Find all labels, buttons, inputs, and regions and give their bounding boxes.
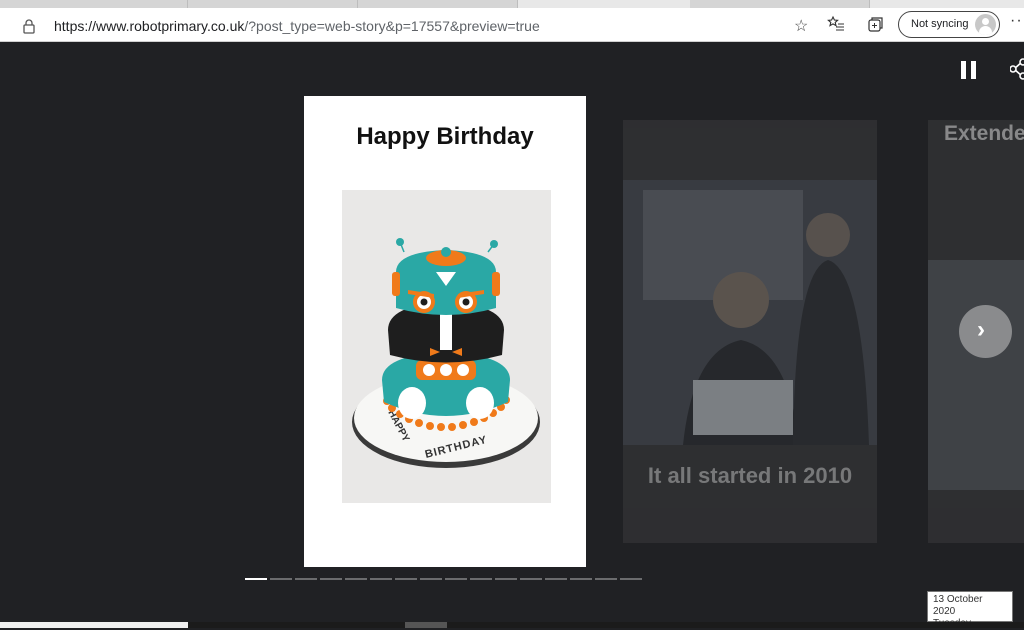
pause-button[interactable] <box>961 61 979 79</box>
progress-segment <box>495 578 517 580</box>
progress-segment <box>470 578 492 580</box>
progress-segment <box>370 578 392 580</box>
browser-tab[interactable] <box>358 0 518 8</box>
url-text[interactable]: https://www.robotprimary.co.uk/?post_typ… <box>54 18 540 34</box>
date-tooltip: 13 October 2020 Tuesday <box>927 591 1013 629</box>
taskbar-search[interactable] <box>0 622 188 628</box>
robot-cake-image: HAPPY BIRTHDAY <box>342 190 551 503</box>
tab-strip <box>0 0 1024 8</box>
favorites-list-icon[interactable] <box>826 15 846 35</box>
progress-segment <box>320 578 342 580</box>
progress-segment <box>595 578 617 580</box>
avatar <box>975 14 996 35</box>
progress-segment <box>420 578 442 580</box>
progress-segment <box>620 578 642 580</box>
browser-tab[interactable] <box>188 0 358 8</box>
web-story-viewer: Happy Birthday HAPPY BIRTHDAY It all sta… <box>0 42 1024 629</box>
sync-label: Not syncing <box>911 18 969 30</box>
story-title: Happy Birthday <box>356 123 534 150</box>
story-page-next[interactable]: It all started in 2010 <box>623 120 877 543</box>
progress-segment <box>345 578 367 580</box>
progress-segment <box>270 578 292 580</box>
chevron-right-icon: › <box>977 316 985 343</box>
taskbar-app[interactable] <box>405 622 447 628</box>
progress-segment <box>520 578 542 580</box>
next-story-title: It all started in 2010 <box>647 463 853 488</box>
story-page-current[interactable]: Happy Birthday HAPPY BIRTHDAY <box>304 96 586 567</box>
helpers-photo <box>928 260 1024 490</box>
progress-segment <box>245 578 267 580</box>
url-host: https://www.robotprimary.co.uk <box>54 18 245 34</box>
founders-photo <box>623 180 877 445</box>
browser-tab[interactable] <box>690 0 870 8</box>
share-icon[interactable] <box>1010 58 1024 80</box>
profile-sync-button[interactable]: Not syncing <box>898 11 1000 38</box>
taskbar <box>0 622 1024 628</box>
progress-segment <box>445 578 467 580</box>
tooltip-date: 13 October 2020 <box>933 594 983 617</box>
progress-segment <box>570 578 592 580</box>
lock-icon[interactable] <box>22 18 36 34</box>
favorite-star-icon[interactable]: ☆ <box>794 16 808 36</box>
address-bar[interactable]: https://www.robotprimary.co.uk/?post_typ… <box>8 11 814 39</box>
browser-toolbar: https://www.robotprimary.co.uk/?post_typ… <box>0 8 1024 42</box>
next-story-button[interactable]: › <box>959 305 1012 358</box>
progress-segment <box>545 578 567 580</box>
progress-segment <box>295 578 317 580</box>
url-path: /?post_type=web-story&p=17557&preview=tr… <box>244 18 540 34</box>
third-story-title: Extende Helpers <box>944 122 1024 145</box>
progress-segment <box>395 578 417 580</box>
browser-tab[interactable] <box>0 0 188 8</box>
more-options-icon[interactable]: ··· <box>1010 12 1024 30</box>
collections-icon[interactable] <box>866 15 886 35</box>
